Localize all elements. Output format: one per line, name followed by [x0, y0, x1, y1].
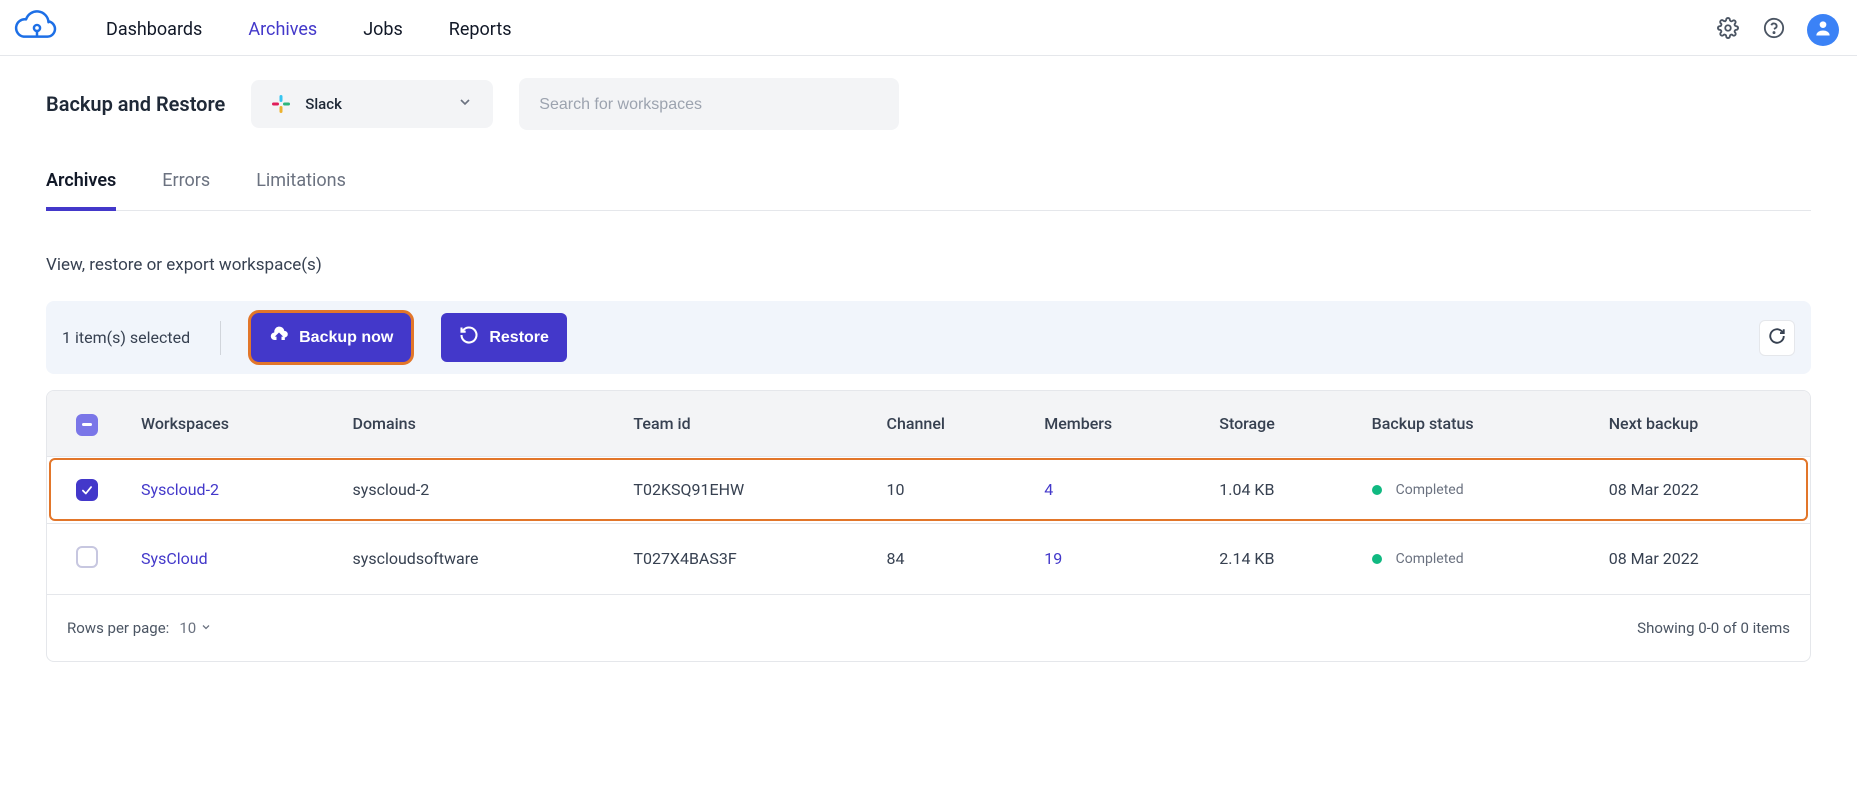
tab-archives[interactable]: Archives — [46, 170, 116, 211]
service-name: Slack — [305, 95, 342, 113]
settings-button[interactable] — [1715, 15, 1741, 44]
user-avatar[interactable] — [1807, 14, 1839, 46]
nav-reports[interactable]: Reports — [449, 19, 512, 40]
workspace-link[interactable]: SysCloud — [141, 549, 208, 568]
status-dot-icon — [1372, 485, 1382, 495]
col-storage[interactable]: Storage — [1205, 391, 1357, 456]
col-workspaces[interactable]: Workspaces — [127, 391, 339, 456]
members-link[interactable]: 19 — [1044, 549, 1062, 568]
user-icon — [1813, 18, 1833, 42]
workspace-link[interactable]: Syscloud-2 — [141, 480, 219, 499]
backup-now-button[interactable]: Backup now — [251, 313, 411, 362]
table-row[interactable]: Syscloud-2 syscloud-2 T02KSQ91EHW 10 4 1… — [47, 456, 1810, 523]
restore-button[interactable]: Restore — [441, 313, 567, 362]
rows-per-page: Rows per page: 10 — [67, 619, 212, 637]
top-nav-right — [1715, 14, 1839, 46]
status-text: Completed — [1396, 482, 1464, 498]
selected-count-text: 1 item(s) selected — [62, 328, 190, 347]
restore-icon — [459, 325, 479, 350]
service-selector-label-group: Slack — [271, 94, 342, 114]
rows-per-page-select[interactable]: 10 — [179, 619, 212, 637]
members-link[interactable]: 4 — [1044, 480, 1053, 499]
rows-per-page-value: 10 — [179, 619, 196, 637]
cell-next-backup: 08 Mar 2022 — [1595, 456, 1810, 523]
cloud-upload-icon — [269, 325, 289, 350]
cell-storage: 1.04 KB — [1205, 456, 1357, 523]
page-header: Backup and Restore Slack — [46, 78, 1811, 130]
chevron-down-icon — [200, 619, 212, 637]
cell-team-id: T027X4BAS3F — [619, 523, 872, 594]
chevron-down-icon — [457, 94, 473, 114]
divider — [220, 321, 221, 355]
table-footer: Rows per page: 10 Showing 0-0 of 0 items — [47, 594, 1810, 661]
help-button[interactable] — [1761, 15, 1787, 44]
search-input[interactable] — [539, 96, 879, 114]
slack-icon — [271, 94, 291, 114]
cell-channel: 10 — [873, 456, 1031, 523]
workspaces-table: Workspaces Domains Team id Channel Membe… — [47, 391, 1810, 594]
workspace-search[interactable] — [519, 78, 899, 130]
top-nav-left: Dashboards Archives Jobs Reports — [14, 10, 512, 50]
rows-per-page-label: Rows per page: — [67, 619, 169, 637]
refresh-button[interactable] — [1759, 320, 1795, 356]
gear-icon — [1717, 27, 1739, 42]
backup-now-label: Backup now — [299, 329, 393, 347]
service-selector[interactable]: Slack — [251, 80, 493, 128]
page-subtitle: View, restore or export workspace(s) — [46, 255, 1811, 275]
nav-jobs[interactable]: Jobs — [363, 19, 403, 40]
tab-limitations[interactable]: Limitations — [256, 170, 346, 210]
col-team-id[interactable]: Team id — [619, 391, 872, 456]
app-logo — [14, 10, 60, 50]
col-backup-status[interactable]: Backup status — [1358, 391, 1595, 456]
page-title: Backup and Restore — [46, 92, 225, 116]
top-nav: Dashboards Archives Jobs Reports — [0, 0, 1857, 56]
row-checkbox[interactable] — [76, 546, 98, 568]
nav-archives[interactable]: Archives — [248, 19, 317, 40]
help-icon — [1763, 27, 1785, 42]
status-cell: Completed — [1372, 482, 1581, 498]
col-domains[interactable]: Domains — [339, 391, 620, 456]
showing-text: Showing 0-0 of 0 items — [1637, 619, 1790, 637]
status-dot-icon — [1372, 554, 1382, 564]
col-channel[interactable]: Channel — [873, 391, 1031, 456]
workspaces-table-wrap: Workspaces Domains Team id Channel Membe… — [46, 390, 1811, 662]
subtabs: Archives Errors Limitations — [46, 170, 1811, 211]
tab-errors[interactable]: Errors — [162, 170, 210, 210]
backup-now-highlight: Backup now — [251, 313, 411, 362]
action-bar: 1 item(s) selected Backup now Restore — [46, 301, 1811, 374]
cell-channel: 84 — [873, 523, 1031, 594]
cell-domain: syscloud-2 — [339, 456, 620, 523]
table-row[interactable]: SysCloud syscloudsoftware T027X4BAS3F 84… — [47, 523, 1810, 594]
row-checkbox[interactable] — [76, 479, 98, 501]
cell-next-backup: 08 Mar 2022 — [1595, 523, 1810, 594]
cell-team-id: T02KSQ91EHW — [619, 456, 872, 523]
table-header: Workspaces Domains Team id Channel Membe… — [47, 391, 1810, 456]
col-members[interactable]: Members — [1030, 391, 1205, 456]
col-next-backup[interactable]: Next backup — [1595, 391, 1810, 456]
select-all-checkbox[interactable] — [76, 414, 98, 436]
status-cell: Completed — [1372, 551, 1581, 567]
table-body: Syscloud-2 syscloud-2 T02KSQ91EHW 10 4 1… — [47, 456, 1810, 594]
page-body: Backup and Restore Slack Archives Errors… — [0, 56, 1857, 702]
nav-dashboards[interactable]: Dashboards — [106, 19, 202, 40]
nav-links: Dashboards Archives Jobs Reports — [106, 19, 512, 40]
cell-domain: syscloudsoftware — [339, 523, 620, 594]
cell-storage: 2.14 KB — [1205, 523, 1357, 594]
action-bar-left: 1 item(s) selected Backup now Restore — [62, 313, 567, 362]
refresh-icon — [1768, 327, 1786, 348]
restore-label: Restore — [489, 329, 549, 347]
status-text: Completed — [1396, 551, 1464, 567]
